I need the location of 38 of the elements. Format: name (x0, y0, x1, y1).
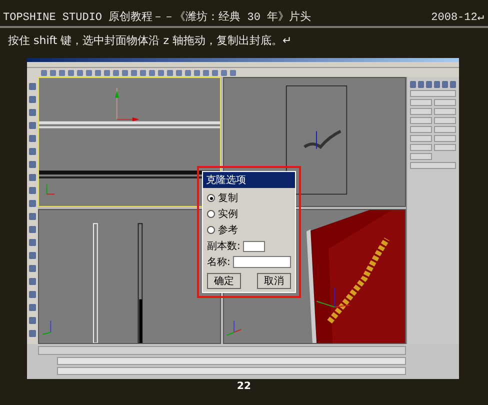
document-title: TOPSHINE STUDIO 原创教程－－《潍坊：经典 30 年》片头 (3, 10, 312, 24)
dialog-button[interactable]: 确定 (207, 273, 241, 289)
axis-icon (42, 320, 52, 335)
category-dropdown[interactable] (410, 90, 456, 97)
copies-label: 副本数: (207, 240, 240, 253)
page-number: 22 (237, 381, 251, 392)
command-button[interactable] (410, 135, 432, 142)
axis-icon (46, 184, 56, 195)
document-date: 2008-12↵ (431, 11, 484, 24)
radio-button[interactable] (207, 226, 215, 234)
radio-button[interactable] (207, 210, 215, 218)
axis-icon (226, 320, 242, 336)
copies-spinner[interactable] (243, 240, 266, 252)
move-gizmo-icon (316, 287, 350, 308)
lettering-drawing (304, 130, 342, 150)
command-button[interactable] (434, 99, 456, 106)
option-label: 复制 (218, 192, 238, 205)
option-label: 实例 (218, 208, 238, 221)
radio-button[interactable] (207, 194, 215, 202)
command-button[interactable] (434, 144, 456, 151)
dialog-title: 克隆选项 (203, 172, 295, 188)
name-label: 名称: (207, 256, 230, 269)
command-button[interactable] (410, 108, 432, 115)
command-button[interactable] (410, 126, 432, 133)
command-button[interactable] (434, 126, 456, 133)
move-gizmo-icon (114, 87, 140, 122)
command-button[interactable] (410, 144, 432, 151)
command-button[interactable] (410, 99, 432, 106)
dialog-button[interactable]: 取消 (257, 273, 291, 289)
command-button[interactable] (434, 135, 456, 142)
option-label: 参考 (218, 224, 238, 237)
command-button[interactable] (434, 117, 456, 124)
name-field[interactable] (410, 162, 456, 169)
instruction-text: 按住 shift 键，选中封面物体沿 z 轴拖动，复制出封底。↵ (7, 33, 293, 49)
command-button[interactable] (410, 153, 432, 160)
command-button[interactable] (410, 117, 432, 124)
command-button[interactable] (434, 108, 456, 115)
name-field[interactable] (233, 256, 291, 268)
